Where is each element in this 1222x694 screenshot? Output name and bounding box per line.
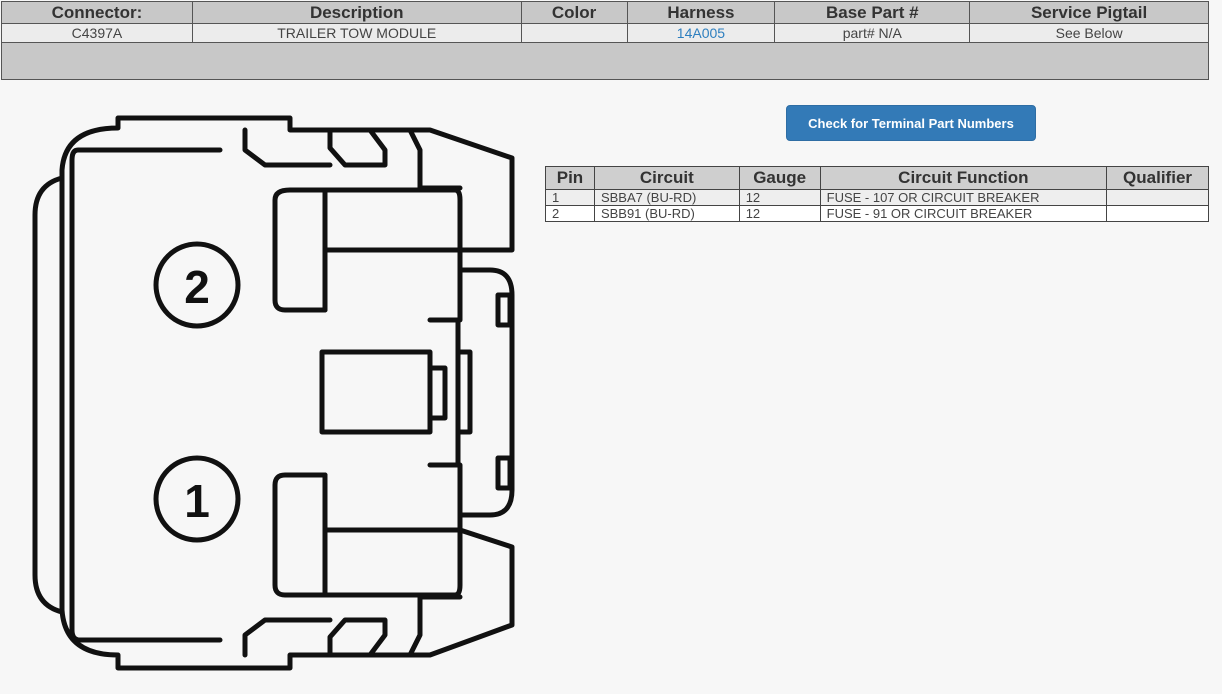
table-row: 2 SBB91 (BU-RD) 12 FUSE - 91 OR CIRCUIT …: [545, 205, 1209, 222]
circuit-cell: SBB91 (BU-RD): [593, 205, 740, 222]
header-data-row: C4397A TRAILER TOW MODULE 14A005 part# N…: [1, 23, 1209, 43]
center-latch: [427, 317, 473, 468]
service-pigtail-value: See Below: [969, 23, 1209, 43]
col-circuit-function: Circuit Function: [819, 166, 1108, 190]
top-notch: [242, 127, 463, 191]
gauge-cell: 12: [738, 205, 821, 222]
col-qualifier: Qualifier: [1106, 166, 1209, 190]
right-tab-lower: [495, 455, 513, 491]
base-part-value: part# N/A: [774, 23, 971, 43]
pin-cell: 2: [545, 205, 595, 222]
bottom-notch: [242, 594, 463, 658]
table-row: 1 SBBA7 (BU-RD) 12 FUSE - 107 OR CIRCUIT…: [545, 189, 1209, 206]
header-columns-row: Connector: Description Color Harness Bas…: [1, 1, 1209, 24]
pin-1-label: 1: [184, 475, 210, 527]
qualifier-cell: [1106, 189, 1209, 206]
connector-header-table: Connector: Description Color Harness Bas…: [1, 1, 1209, 80]
header-spacer-row: [1, 42, 1209, 80]
upper-cavity: [272, 187, 463, 313]
pin-table-header: Pin Circuit Gauge Circuit Function Quali…: [545, 166, 1209, 190]
col-base-part: Base Part #: [774, 1, 971, 24]
col-pin: Pin: [545, 166, 595, 190]
col-harness: Harness: [626, 1, 776, 24]
col-circuit: Circuit: [593, 166, 740, 190]
connector-face-diagram: 2 1: [32, 115, 515, 671]
qualifier-cell: [1106, 205, 1209, 222]
col-connector: Connector:: [1, 1, 193, 24]
description-value: TRAILER TOW MODULE: [191, 23, 522, 43]
header-spacer: [1, 42, 1209, 80]
function-cell: FUSE - 91 OR CIRCUIT BREAKER: [819, 205, 1108, 222]
pin-table: Pin Circuit Gauge Circuit Function Quali…: [545, 166, 1209, 222]
col-description: Description: [191, 1, 522, 24]
connector-value: C4397A: [1, 23, 193, 43]
right-tab-upper: [495, 292, 513, 328]
pin-2-label: 2: [184, 261, 210, 313]
pin-cell: 1: [545, 189, 595, 206]
circuit-cell: SBBA7 (BU-RD): [593, 189, 740, 206]
color-value: [520, 23, 628, 43]
col-color: Color: [520, 1, 628, 24]
check-terminal-part-numbers-button[interactable]: Check for Terminal Part Numbers: [786, 105, 1036, 141]
harness-cell: 14A005: [626, 23, 776, 43]
gauge-cell: 12: [738, 189, 821, 206]
col-service-pigtail: Service Pigtail: [969, 1, 1209, 24]
lower-cavity: [272, 472, 463, 598]
inner-wall: [69, 147, 223, 643]
left-latch: [32, 175, 65, 615]
col-gauge: Gauge: [738, 166, 821, 190]
center-block: [319, 349, 433, 435]
function-cell: FUSE - 107 OR CIRCUIT BREAKER: [819, 189, 1108, 206]
harness-link[interactable]: 14A005: [677, 25, 725, 41]
